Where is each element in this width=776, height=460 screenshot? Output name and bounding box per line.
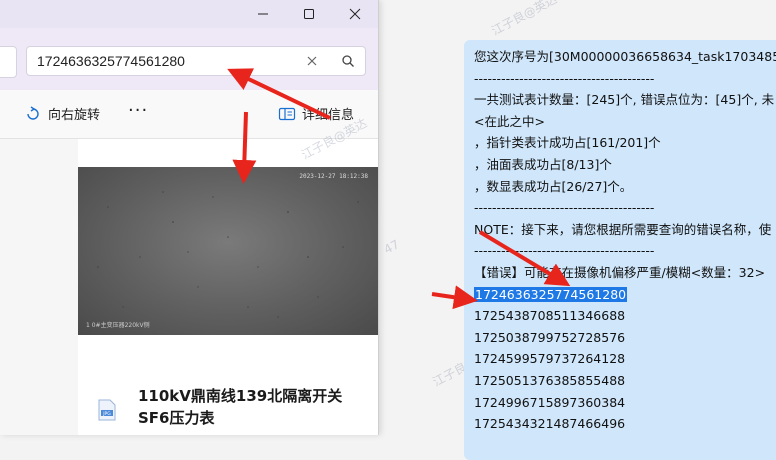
- file-name: 110kV鼎南线139北隔离开关SF6压力表: [138, 387, 343, 427]
- chat-line: 1725434321487466496: [474, 416, 626, 432]
- file-explorer-window: 1724636325774561280 向右旋转 ··· 详细信息 2023-1…: [0, 0, 379, 435]
- details-label: 详细信息: [302, 108, 355, 123]
- chat-line: 【错误】可能存在摄像机偏移严重/模糊<数量：32>: [474, 264, 766, 280]
- clear-icon: [307, 56, 317, 66]
- address-bar[interactable]: [0, 46, 17, 78]
- highlighted-id: 1724636325774561280: [474, 286, 628, 302]
- close-button[interactable]: [332, 0, 378, 28]
- chat-line: <在此之中>: [474, 113, 545, 129]
- chat-line: 1725438708511346688: [474, 308, 626, 324]
- arrow-to-highlighted-id: [431, 285, 478, 310]
- image-noise: [97, 191, 359, 318]
- photo-caption: 1 0#主变压器220kV侧: [86, 322, 150, 329]
- rotate-right-button[interactable]: 向右旋转: [24, 104, 100, 123]
- file-icon-text: JPG: [102, 411, 111, 417]
- maximize-button[interactable]: [286, 0, 332, 28]
- preview-image: 2023-12-27 18:12:38 1 0#主变压器220kV侧: [78, 167, 378, 335]
- chat-line-selected[interactable]: 1724636325774561280: [474, 284, 776, 306]
- chat-line: NOTE：接下来，请您根据所需要查询的错误名称，使: [474, 221, 772, 237]
- toolbar: 向右旋转 ··· 详细信息: [0, 90, 378, 139]
- clear-search-button[interactable]: [305, 53, 319, 72]
- minimize-icon: [258, 13, 268, 15]
- more-options-button[interactable]: ···: [128, 100, 148, 121]
- chat-line: ----------------------------------------: [474, 243, 655, 259]
- watermark: 江子良@英达: [489, 0, 560, 39]
- title-bar: [0, 0, 378, 28]
- chat-line: 1725051376385855488: [474, 372, 626, 388]
- search-icon: [342, 55, 354, 67]
- chat-line: 1724996715897360384: [474, 394, 626, 410]
- chat-line: ----------------------------------------: [474, 200, 655, 216]
- chat-line: ，油面表成功占[8/13]个: [474, 156, 612, 172]
- chat-message-text: 您这次序号为[30M00000036658634_task1703485 ---…: [474, 46, 776, 435]
- search-input-value: 1724636325774561280: [37, 53, 185, 69]
- preview-card: 2023-12-27 18:12:38 1 0#主变压器220kV侧 JPG 1…: [78, 139, 378, 435]
- search-button[interactable]: [341, 53, 355, 72]
- chat-line: 一共测试表计数量：[245]个, 错误点位为：[45]个, 未: [474, 92, 775, 108]
- chat-line: 1724599579737264128: [474, 351, 626, 367]
- close-icon: [349, 8, 361, 20]
- rotate-right-icon: [27, 105, 39, 120]
- address-row: 1724636325774561280: [0, 28, 378, 90]
- chat-line: ----------------------------------------: [474, 70, 655, 86]
- details-pane-icon: [278, 107, 296, 120]
- chat-line: 1725038799752728576: [474, 329, 626, 345]
- details-button[interactable]: 详细信息: [278, 104, 354, 123]
- maximize-icon: [304, 9, 314, 19]
- rotate-right-label: 向右旋转: [48, 108, 101, 123]
- preview-pane: 2023-12-27 18:12:38 1 0#主变压器220kV侧 JPG 1…: [0, 139, 378, 435]
- photo-timestamp: 2023-12-27 18:12:38: [299, 173, 368, 180]
- watermark: 47: [381, 237, 402, 257]
- chat-line: ，数显表成功占[26/27]个。: [474, 178, 633, 194]
- search-input[interactable]: 1724636325774561280: [26, 46, 366, 76]
- chat-message-bubble: 您这次序号为[30M00000036658634_task1703485 ---…: [464, 40, 776, 460]
- image-file-icon: JPG: [98, 399, 116, 421]
- chat-line: ，指针类表计成功占[161/201]个: [474, 135, 661, 151]
- minimize-button[interactable]: [240, 0, 286, 28]
- chat-line: 您这次序号为[30M00000036658634_task1703485: [474, 49, 776, 64]
